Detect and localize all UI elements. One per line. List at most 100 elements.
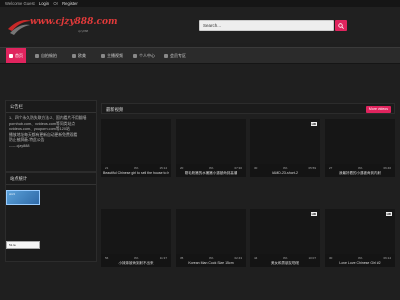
- video-thumbnail[interactable]: [101, 119, 171, 164]
- video-stats: 44 0% 10:07: [250, 256, 320, 260]
- video-stats: 20 0% 07:30: [176, 166, 246, 170]
- search-button[interactable]: [335, 20, 347, 31]
- video-card[interactable]: 35 0% 02:43 Korean Man Cock Size 15cm: [176, 209, 246, 267]
- likes-percent: 0%: [134, 166, 139, 170]
- search-icon: [338, 22, 344, 29]
- nav-label: 个人中心: [139, 53, 155, 58]
- notice-line: ------cjzy888: [9, 143, 30, 148]
- stats-badge-text: 51.la: [9, 243, 16, 247]
- views-count: 35: [180, 256, 184, 260]
- video-stats: 30 0% 06:14: [325, 256, 395, 260]
- register-link[interactable]: Register: [62, 1, 78, 6]
- notice-header: 公告栏: [6, 101, 96, 113]
- video-title[interactable]: 刚毛粉嫩的水嫩嫩小逼被肏到高潮: [178, 171, 244, 175]
- nav-item-selfie[interactable]: 自拍偷拍: [35, 48, 57, 63]
- home-icon: [9, 53, 13, 58]
- video-title[interactable]: 小妹妹被肏到射不出来: [103, 261, 169, 265]
- video-card[interactable]: HD 44 0% 10:07 美女和男朋友啪啪: [250, 209, 320, 267]
- nav-item-profile[interactable]: 个人中心: [133, 48, 155, 63]
- video-icon: [101, 53, 105, 58]
- video-duration: 06:14: [383, 256, 391, 260]
- video-thumbnail[interactable]: [325, 119, 395, 164]
- views-count: 56: [105, 256, 109, 260]
- video-duration: 06:46: [383, 166, 391, 170]
- video-card[interactable]: HD 30 0% 05:59 IAMD-23-short-2: [250, 119, 320, 177]
- user-icon: [133, 53, 137, 58]
- likes-percent: 0%: [134, 256, 139, 260]
- video-stats: 21 0% 15:14: [101, 166, 171, 170]
- nav-item-western[interactable]: 欧美: [72, 48, 86, 63]
- video-card[interactable]: HD 30 0% 06:14 Love Love Chinese Girl #2: [325, 209, 395, 267]
- header: www.cjzy888.com cjzy888 Search...: [0, 7, 400, 43]
- logo-subtext: cjzy888: [78, 29, 89, 33]
- nav-item-streamer[interactable]: 主播视频: [101, 48, 123, 63]
- video-card[interactable]: 56 0% 11:37 小妹妹被肏到射不出来: [101, 209, 171, 267]
- video-card[interactable]: 27 0% 06:46 我最好看的小逼被肏到内射: [325, 119, 395, 177]
- views-count: 30: [329, 256, 333, 260]
- nav-label: 主播视频: [107, 53, 123, 58]
- stats-panel: 站点统计 cnzz 51.la: [5, 172, 97, 262]
- hd-badge: HD: [310, 212, 317, 216]
- stats-title: 站点统计: [10, 176, 28, 181]
- views-count: 21: [105, 166, 109, 170]
- video-duration: 10:07: [308, 256, 316, 260]
- nav-item-home[interactable]: 首页: [6, 48, 26, 63]
- video-stats: 56 0% 11:37: [101, 256, 171, 260]
- views-count: 20: [180, 166, 184, 170]
- stats-badge-2[interactable]: 51.la: [6, 241, 40, 249]
- globe-icon: [72, 53, 76, 58]
- video-stats: 27 0% 06:46: [325, 166, 395, 170]
- video-title[interactable]: Korean Man Cock Size 15cm: [178, 261, 244, 265]
- video-thumbnail[interactable]: HD: [250, 209, 320, 254]
- views-count: 30: [254, 166, 258, 170]
- user-links: Welcome Guest Login Or Register: [5, 1, 81, 6]
- star-icon: [164, 53, 168, 58]
- video-title[interactable]: Love Love Chinese Girl #2: [327, 261, 393, 265]
- video-stats: 30 0% 05:59: [250, 166, 320, 170]
- video-title[interactable]: IAMD-23-short-2: [252, 171, 318, 175]
- or-text: Or: [53, 1, 58, 6]
- video-title[interactable]: 我最好看的小逼被肏到内射: [327, 171, 393, 175]
- notice-panel: 公告栏 1、四个永久防失联方法:2、国内看片不用翻墙 pornhub.com、x…: [5, 100, 97, 172]
- nav-label: 会员专区: [170, 53, 186, 58]
- camera-icon: [35, 53, 39, 58]
- nav-item-vip[interactable]: 会员专区: [164, 48, 186, 63]
- main-nav: 首页 自拍偷拍 欧美 主播视频 个人中心 会员专区: [0, 47, 400, 64]
- stats-badge-1[interactable]: cnzz: [6, 190, 40, 205]
- login-link[interactable]: Login: [39, 1, 49, 6]
- logo-text: www.cjzy888.com: [30, 17, 118, 27]
- likes-percent: 0%: [283, 256, 288, 260]
- video-duration: 07:30: [234, 166, 242, 170]
- likes-percent: 0%: [283, 166, 288, 170]
- welcome-text: Welcome Guest: [5, 1, 35, 6]
- video-stats: 35 0% 02:43: [176, 256, 246, 260]
- likes-percent: 0%: [358, 256, 363, 260]
- video-duration: 15:14: [159, 166, 167, 170]
- notice-line: 1、四个永久防失联方法:2、国内看片不用翻墙: [9, 116, 87, 120]
- video-thumbnail[interactable]: [176, 119, 246, 164]
- video-title[interactable]: 美女和男朋友啪啪: [252, 261, 318, 265]
- nav-label: 自拍偷拍: [41, 53, 57, 58]
- likes-percent: 0%: [358, 166, 363, 170]
- video-card[interactable]: 20 0% 07:30 刚毛粉嫩的水嫩嫩小逼被肏到高潮: [176, 119, 246, 177]
- top-bar: Welcome Guest Login Or Register: [0, 0, 400, 7]
- search-input[interactable]: Search...: [199, 20, 334, 31]
- more-videos-button[interactable]: More videos: [365, 105, 391, 113]
- site-logo[interactable]: www.cjzy888.com cjzy888: [6, 15, 117, 41]
- likes-percent: 0%: [209, 256, 214, 260]
- video-thumbnail[interactable]: [176, 209, 246, 254]
- notice-title: 公告栏: [10, 104, 23, 109]
- hd-badge: HD: [385, 212, 392, 216]
- stats-header: 站点统计: [6, 173, 96, 185]
- video-thumbnail[interactable]: HD: [325, 209, 395, 254]
- notice-body: 1、四个永久防失联方法:2、国内看片不用翻墙 pornhub.com、xvide…: [9, 116, 95, 150]
- video-title[interactable]: Beautiful Chinese girl to sell the house…: [103, 171, 169, 175]
- video-duration: 02:43: [234, 256, 242, 260]
- video-thumbnail[interactable]: [101, 209, 171, 254]
- video-card[interactable]: 21 0% 15:14 Beautiful Chinese girl to sell …: [101, 119, 171, 177]
- video-thumbnail[interactable]: HD: [250, 119, 320, 164]
- stats-badge-text: cnzz: [9, 192, 16, 196]
- nav-label: 首页: [15, 53, 23, 58]
- likes-percent: 0%: [209, 166, 214, 170]
- video-section-header: 最新视频 More videos: [101, 103, 395, 114]
